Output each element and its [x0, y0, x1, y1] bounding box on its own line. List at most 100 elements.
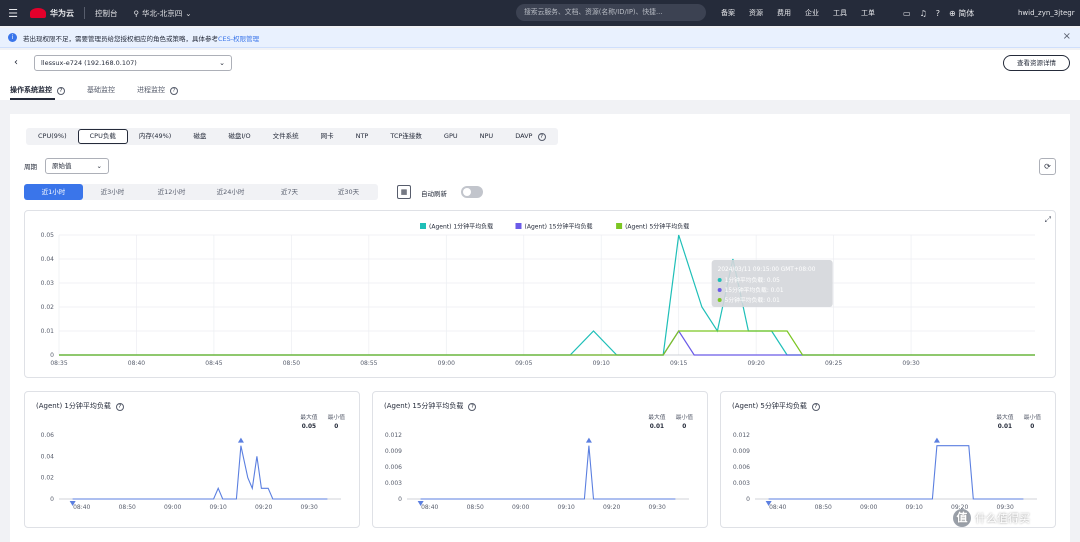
- y-tick-label: 0.06: [41, 432, 55, 439]
- x-tick-label: 09:05: [515, 360, 532, 367]
- view-resource-button[interactable]: 查看资源详情: [1003, 55, 1070, 71]
- console-link[interactable]: 控制台: [95, 8, 118, 19]
- help-icon[interactable]: ?: [170, 87, 178, 95]
- metric-tab[interactable]: 磁盘: [182, 129, 217, 144]
- help-icon[interactable]: ?: [115, 403, 124, 411]
- max-label: 最大值: [648, 415, 666, 421]
- region-selector[interactable]: ⚲ 华北-北京四 ⌄: [134, 8, 192, 19]
- help-icon[interactable]: ?: [811, 403, 820, 411]
- y-tick-label: 0.04: [41, 256, 55, 263]
- tab-os-monitoring[interactable]: 操作系统监控?: [10, 85, 65, 100]
- tooltip-dot: [717, 288, 722, 292]
- nav-link-resources[interactable]: 资源: [749, 8, 763, 18]
- global-search-input[interactable]: 搜索云服务、文档、资源(名称/ID/IP)、快捷...: [516, 4, 706, 21]
- metric-tab[interactable]: 网卡: [310, 129, 345, 144]
- y-tick-label: 0.006: [733, 464, 750, 471]
- language-selector[interactable]: ⊕ 简体: [949, 8, 974, 19]
- auto-refresh-toggle[interactable]: [461, 186, 483, 198]
- tab-basic-monitoring[interactable]: 基础监控: [87, 85, 115, 100]
- help-icon[interactable]: ?: [468, 403, 477, 411]
- metric-tab[interactable]: CPU(9%): [27, 129, 78, 144]
- metric-tab[interactable]: 内存(49%): [128, 129, 183, 144]
- user-menu[interactable]: hwid_zyn_3jtegr: [1018, 0, 1075, 26]
- y-tick-label: 0.003: [385, 480, 402, 487]
- main-chart: 0 0.01 0.02 0.03 0.04 0.05 08:35 08:40 08:45 08:5…: [41, 223, 1035, 367]
- period-value: 原始值: [52, 162, 72, 170]
- x-tick-label: 09:10: [558, 504, 575, 511]
- x-tick-label: 09:00: [164, 504, 181, 511]
- y-tick-label: 0: [746, 496, 750, 503]
- tooltip-time: 2024/03/11 09:15:00 GMT+08:00: [718, 267, 816, 273]
- brand-name: 华为云: [50, 8, 74, 18]
- x-tick-label: 09:00: [438, 360, 455, 367]
- info-text: 若出现权限不足，需要管理员给您授权相应的角色或策略，具体参考: [23, 34, 218, 43]
- brand-logo[interactable]: 华为云: [30, 8, 74, 19]
- metric-tab[interactable]: 磁盘I/O: [217, 129, 261, 144]
- y-tick-label: 0.003: [733, 480, 750, 487]
- top-nav-icons: ▭ ♫ ? ⊕ 简体: [903, 0, 974, 26]
- x-tick-label: 09:10: [906, 504, 923, 511]
- period-select[interactable]: 原始值 ⌄: [45, 158, 109, 174]
- help-icon[interactable]: ?: [936, 9, 940, 18]
- host-select[interactable]: llessux-e724 (192.168.0.107) ⌄: [34, 55, 232, 71]
- card-title: (Agent) 1分钟平均负载?: [36, 401, 124, 411]
- menu-icon[interactable]: ☰: [0, 7, 26, 20]
- time-range-button[interactable]: 近7天: [260, 184, 319, 200]
- metric-tab[interactable]: NPU: [469, 129, 505, 144]
- metric-tabs: CPU(9%) CPU负载 内存(49%) 磁盘 磁盘I/O 文件系统 网卡 NTP TCP连接…: [26, 128, 558, 145]
- y-tick-label: 0.01: [41, 328, 55, 335]
- top-nav: ☰ 华为云 控制台 ⚲ 华北-北京四 ⌄ 搜索云服务、文档、资源(名称/ID/I…: [0, 0, 1080, 26]
- x-tick-label: 09:20: [255, 504, 272, 511]
- metric-tab[interactable]: DAVP ?: [504, 129, 556, 144]
- series-line: [59, 330, 1035, 356]
- nav-link-beian[interactable]: 备案: [721, 8, 735, 18]
- calendar-icon[interactable]: ▦: [397, 185, 411, 199]
- card-title: (Agent) 5分钟平均负载?: [732, 401, 820, 411]
- time-range-button[interactable]: 近1小时: [24, 184, 83, 200]
- x-tick-label: 09:10: [210, 504, 227, 511]
- y-tick-label: 0.012: [733, 432, 750, 439]
- card-title-text: (Agent) 5分钟平均负载: [732, 402, 807, 410]
- x-tick-label: 08:40: [128, 360, 145, 367]
- y-tick-label: 0.009: [385, 448, 402, 455]
- x-tick-label: 09:20: [603, 504, 620, 511]
- metric-tab[interactable]: TCP连接数: [379, 129, 433, 144]
- main-chart-container: ⤢ 0 0.01 0.02 0.03 0.04 0.05 08:35 08:40 08:45 08…: [24, 210, 1056, 378]
- expand-icon[interactable]: ⤢: [1045, 215, 1051, 225]
- help-icon[interactable]: ?: [537, 133, 546, 141]
- metric-tab[interactable]: GPU: [433, 129, 469, 144]
- nav-link-enterprise[interactable]: 企业: [805, 8, 819, 18]
- tab-process-monitoring[interactable]: 进程监控?: [137, 85, 178, 100]
- help-icon[interactable]: ?: [57, 87, 65, 95]
- nav-link-tools[interactable]: 工具: [833, 8, 847, 18]
- metric-tab[interactable]: 文件系统: [262, 129, 310, 144]
- metric-tab[interactable]: CPU负载: [77, 129, 128, 144]
- bell-icon[interactable]: ♫: [920, 9, 927, 18]
- nav-link-billing[interactable]: 费用: [777, 8, 791, 18]
- time-range-button[interactable]: 近12小时: [142, 184, 201, 200]
- time-range-button[interactable]: 近24小时: [201, 184, 260, 200]
- back-arrow-icon[interactable]: ‹: [14, 57, 18, 68]
- metric-tab[interactable]: NTP: [345, 129, 380, 144]
- series-line: [768, 445, 1024, 500]
- terminal-icon[interactable]: ▭: [903, 9, 911, 18]
- min-label: 最小值: [327, 415, 345, 421]
- tooltip-line: 1分钟平均负载: 0.05: [725, 276, 780, 284]
- period-label: 周期: [24, 163, 37, 171]
- close-icon[interactable]: ×: [1063, 31, 1071, 42]
- refresh-icon[interactable]: ⟳: [1039, 158, 1056, 175]
- x-tick-label: 08:40: [421, 504, 438, 511]
- host-select-value: llessux-e724 (192.168.0.107): [41, 59, 137, 67]
- divider: [84, 7, 85, 19]
- metric-tab-label: DAVP: [515, 132, 533, 140]
- info-link[interactable]: CES-权限管理: [218, 33, 259, 43]
- x-tick-label: 09:10: [593, 360, 610, 367]
- legend-swatch: [616, 223, 623, 229]
- nav-link-tickets[interactable]: 工单: [861, 8, 875, 18]
- legend-swatch: [420, 223, 426, 229]
- y-tick-label: 0.03: [41, 280, 55, 287]
- chart-card-1min: (Agent) 1分钟平均负载? 最大值 0.05 最小值 0 0 0.02 0.04 0…: [24, 391, 360, 528]
- time-range-button[interactable]: 近30天: [319, 184, 378, 200]
- chevron-down-icon: ⌄: [219, 59, 225, 67]
- time-range-button[interactable]: 近3小时: [83, 184, 142, 200]
